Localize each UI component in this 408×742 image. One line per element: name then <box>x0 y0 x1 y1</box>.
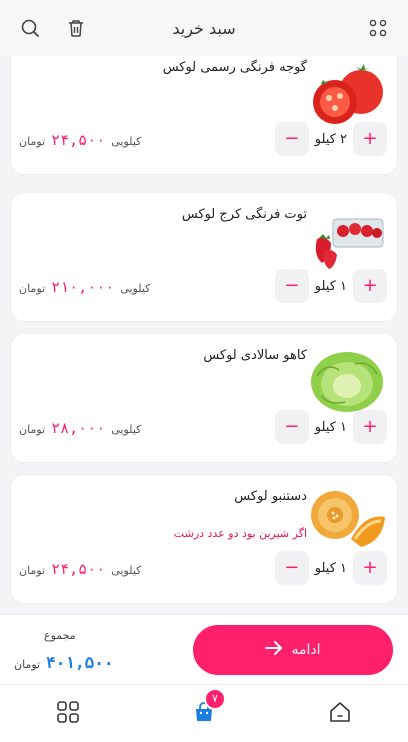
product-image-tomato <box>307 58 387 128</box>
top-app-bar: سبد خرید <box>0 0 408 56</box>
increase-quantity-button[interactable]: + <box>353 551 387 585</box>
price-row: کیلویی ۲۱۰,۰۰۰ تومان <box>19 278 150 296</box>
search-icon[interactable] <box>18 16 42 40</box>
checkout-bar: مجموع ۴۰۱,۵۰۰ تومان ادامه <box>0 614 408 684</box>
trash-icon[interactable] <box>64 16 88 40</box>
currency-label: تومان <box>19 282 46 295</box>
continue-button[interactable]: ادامه <box>193 625 393 675</box>
total-row: ۴۰۱,۵۰۰ تومان <box>14 653 114 672</box>
product-image-lettuce <box>307 346 387 416</box>
price-row: کیلویی ۲۴,۵۰۰ تومان <box>19 560 141 578</box>
product-image-melon <box>307 487 387 557</box>
cart-item: کاهو سالادی لوکس − ۱ کیلو + کیلویی ۲۸,۰۰… <box>10 333 398 463</box>
category-grid-icon[interactable] <box>366 16 390 40</box>
product-note: اگر شیرین بود دو عدد درشت <box>173 527 307 540</box>
unit-label: کیلویی <box>111 423 142 436</box>
unit-label: کیلویی <box>111 564 142 577</box>
cart-item: دستنبو لوکس اگر شیرین بود دو عدد درشت − … <box>10 474 398 604</box>
decrease-quantity-button[interactable]: − <box>274 551 309 585</box>
total-label: مجموع <box>44 629 76 642</box>
category-grid-icon <box>57 700 79 727</box>
cart-item: گوجه فرنگی رسمی لوکس − ۲ کیلو + کیلویی ۲… <box>10 52 398 175</box>
unit-label: کیلویی <box>111 135 142 148</box>
quantity-stepper: − ۱ کیلو + <box>274 551 387 585</box>
quantity-stepper: − ۲ کیلو + <box>274 122 387 156</box>
increase-quantity-button[interactable]: + <box>353 269 387 303</box>
currency-label: تومان <box>19 423 46 436</box>
bottom-navigation: ۷ <box>0 684 408 742</box>
price-row: کیلویی ۲۴,۵۰۰ تومان <box>19 131 141 149</box>
home-icon <box>329 701 351 727</box>
continue-label: ادامه <box>291 642 321 658</box>
quantity-value: ۱ کیلو <box>314 278 347 294</box>
quantity-stepper: − ۱ کیلو + <box>274 269 387 303</box>
unit-label: کیلویی <box>120 282 151 295</box>
quantity-stepper: − ۱ کیلو + <box>274 410 387 444</box>
nav-home[interactable] <box>328 701 352 727</box>
price-value: ۲۸,۰۰۰ <box>51 419 106 437</box>
nav-cart[interactable]: ۷ <box>192 687 226 726</box>
currency-label: تومان <box>19 135 46 148</box>
arrow-right-icon <box>265 641 283 659</box>
decrease-quantity-button[interactable]: − <box>274 410 309 444</box>
quantity-value: ۱ کیلو <box>314 560 347 576</box>
price-value: ۲۱۰,۰۰۰ <box>51 278 115 296</box>
nav-categories[interactable] <box>56 700 80 727</box>
price-value: ۲۴,۵۰۰ <box>51 560 106 578</box>
price-value: ۲۴,۵۰۰ <box>51 131 106 149</box>
currency-label: تومان <box>19 564 46 577</box>
total-value: ۴۰۱,۵۰۰ <box>46 653 114 672</box>
quantity-value: ۱ کیلو <box>314 419 347 435</box>
increase-quantity-button[interactable]: + <box>353 410 387 444</box>
cart-count-badge: ۷ <box>204 687 226 710</box>
quantity-value: ۲ کیلو <box>314 131 347 147</box>
cart-item: توت فرنگی کرج لوکس − ۱ کیلو + کیلویی ۲۱۰… <box>10 192 398 322</box>
total-currency: تومان <box>14 658 41 671</box>
product-image-strawberry <box>307 205 387 275</box>
product-name: توت فرنگی کرج لوکس <box>181 207 307 222</box>
product-name: کاهو سالادی لوکس <box>203 348 307 363</box>
cart-item-list[interactable]: گوجه فرنگی رسمی لوکس − ۲ کیلو + کیلویی ۲… <box>0 52 408 614</box>
price-row: کیلویی ۲۸,۰۰۰ تومان <box>19 419 141 437</box>
product-name: گوجه فرنگی رسمی لوکس <box>162 60 307 75</box>
decrease-quantity-button[interactable]: − <box>274 269 309 303</box>
product-name: دستنبو لوکس <box>234 489 307 504</box>
decrease-quantity-button[interactable]: − <box>274 122 309 156</box>
header-actions <box>18 16 88 40</box>
increase-quantity-button[interactable]: + <box>353 122 387 156</box>
